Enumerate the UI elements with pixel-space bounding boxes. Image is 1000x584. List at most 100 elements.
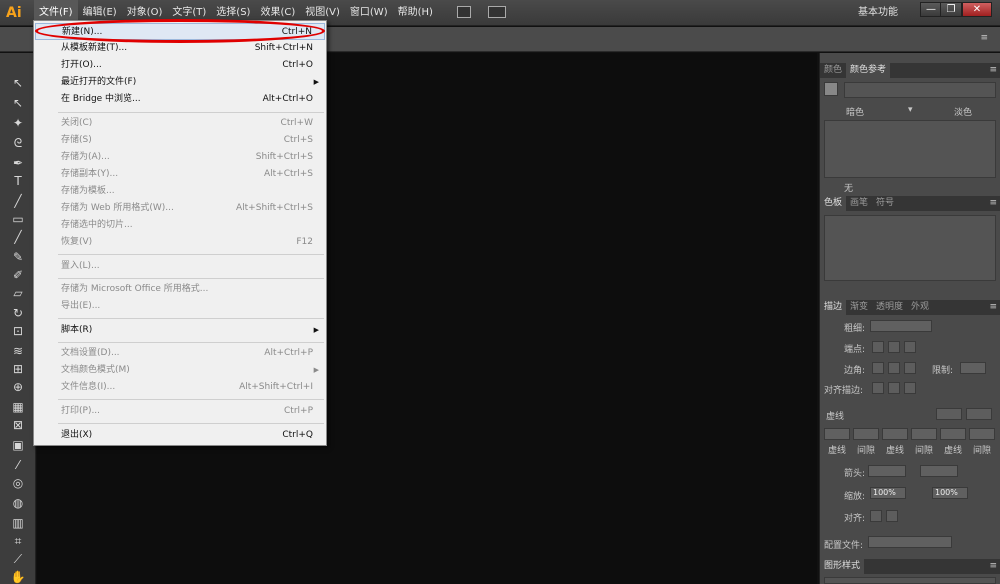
scale-end-field[interactable]: 100% <box>932 487 968 499</box>
arrow-tip-beyond-button[interactable] <box>870 510 882 522</box>
blob-brush-tool-icon[interactable]: ✐ <box>8 267 28 283</box>
gap-field-3[interactable] <box>969 428 995 440</box>
tab-graphic-styles[interactable]: 图形样式 <box>820 559 865 574</box>
tab-color[interactable]: 颜色 <box>820 63 846 78</box>
weight-field[interactable] <box>870 320 932 332</box>
menu-item-print[interactable]: 打印(P)... Ctrl+P <box>35 403 325 420</box>
shape-builder-tool-icon[interactable]: ⊕ <box>8 379 28 395</box>
paintbrush-tool-icon[interactable]: ╱ <box>8 229 28 245</box>
scale-tool-icon[interactable]: ⊡ <box>8 323 28 339</box>
color-variations-grid[interactable] <box>824 120 996 178</box>
menu-item-revert[interactable]: 恢复(V) F12 <box>35 234 325 251</box>
panel-menu-icon[interactable]: ≡ <box>989 63 997 78</box>
direct-selection-tool-icon[interactable]: ↖ <box>8 95 28 111</box>
align-inside-button[interactable] <box>888 382 900 394</box>
bevel-join-button[interactable] <box>904 362 916 374</box>
tab-swatches[interactable]: 色板 <box>820 196 847 211</box>
swatches-grid[interactable] <box>824 215 996 281</box>
menu-help[interactable]: 帮助(H) <box>393 0 438 26</box>
pen-tool-icon[interactable]: ✒ <box>8 155 28 171</box>
panel-menu-icon[interactable]: ≡ <box>989 300 997 315</box>
hand-tool-icon[interactable]: ✋ <box>8 569 28 584</box>
workspace-switcher[interactable]: 基本功能 <box>858 0 898 26</box>
miter-join-button[interactable] <box>872 362 884 374</box>
round-cap-button[interactable] <box>888 341 900 353</box>
align-outside-button[interactable] <box>904 382 916 394</box>
dash-field-2[interactable] <box>882 428 908 440</box>
tab-stroke[interactable]: 描边 <box>820 300 847 315</box>
mesh-tool-icon[interactable]: ⊠ <box>8 417 28 433</box>
chevron-down-icon[interactable]: ▾ <box>908 105 913 115</box>
graphic-styles-grid[interactable] <box>824 577 996 584</box>
profile-select[interactable] <box>868 536 952 548</box>
perspective-grid-tool-icon[interactable]: ▦ <box>8 399 28 415</box>
menu-item-place[interactable]: 置入(L)... <box>35 258 325 275</box>
gap-field-2[interactable] <box>911 428 937 440</box>
tab-appearance[interactable]: 外观 <box>907 300 933 315</box>
butt-cap-button[interactable] <box>872 341 884 353</box>
magic-wand-tool-icon[interactable]: ✦ <box>8 115 28 131</box>
arrow-tip-at-end-button[interactable] <box>886 510 898 522</box>
menu-item-open-recent[interactable]: 最近打开的文件(F) ▶ <box>35 74 325 91</box>
column-graph-tool-icon[interactable]: ▥ <box>8 515 28 531</box>
menu-item-save-for-web[interactable]: 存储为 Web 所用格式(W)... Alt+Shift+Ctrl+S <box>35 200 325 217</box>
free-transform-tool-icon[interactable]: ⊞ <box>8 361 28 377</box>
menu-item-save[interactable]: 存储(S) Ctrl+S <box>35 132 325 149</box>
tab-symbols[interactable]: 符号 <box>872 196 898 211</box>
artboard-tool-icon[interactable]: ⌗ <box>8 533 28 549</box>
menu-window[interactable]: 窗口(W) <box>345 0 393 26</box>
scale-start-field[interactable]: 100% <box>870 487 906 499</box>
menu-item-export[interactable]: 导出(E)... <box>35 298 325 315</box>
tab-brushes[interactable]: 画笔 <box>846 196 872 211</box>
menu-item-save-as[interactable]: 存储为(A)... Shift+Ctrl+S <box>35 149 325 166</box>
selection-tool-icon[interactable]: ↖ <box>8 75 28 91</box>
menu-item-scripts[interactable]: 脚本(R) ▶ <box>35 322 325 339</box>
eyedropper-tool-icon[interactable]: ⁄ <box>8 457 28 473</box>
end-arrow-select[interactable] <box>920 465 958 477</box>
blend-tool-icon[interactable]: ◎ <box>8 475 28 491</box>
bridge-icon[interactable] <box>457 6 471 18</box>
align-center-button[interactable] <box>872 382 884 394</box>
round-join-button[interactable] <box>888 362 900 374</box>
tab-gradient[interactable]: 渐变 <box>846 300 872 315</box>
minimize-button[interactable]: — <box>920 2 942 17</box>
control-bar-menu-icon[interactable]: ≡ <box>980 33 988 43</box>
gradient-tool-icon[interactable]: ▣ <box>8 437 28 453</box>
menu-item-browse-in-bridge[interactable]: 在 Bridge 中浏览... Alt+Ctrl+O <box>35 91 325 108</box>
menu-item-save-as-template[interactable]: 存储为模板... <box>35 183 325 200</box>
menu-item-save-for-office[interactable]: 存储为 Microsoft Office 所用格式... <box>35 281 325 298</box>
menu-item-open[interactable]: 打开(O)... Ctrl+O <box>35 57 325 74</box>
dash-exact-button[interactable] <box>966 408 992 420</box>
type-tool-icon[interactable]: T <box>8 173 28 189</box>
tab-transparency[interactable]: 透明度 <box>872 300 907 315</box>
menu-item-file-info[interactable]: 文件信息(I)... Alt+Shift+Ctrl+I <box>35 379 325 396</box>
eraser-tool-icon[interactable]: ▱ <box>8 285 28 301</box>
color-swatch[interactable] <box>824 82 838 96</box>
arrange-documents-icon[interactable] <box>488 6 506 18</box>
dash-field-3[interactable] <box>940 428 966 440</box>
menu-item-document-setup[interactable]: 文档设置(D)... Alt+Ctrl+P <box>35 345 325 362</box>
dash-field-1[interactable] <box>824 428 850 440</box>
rotate-tool-icon[interactable]: ↻ <box>8 305 28 321</box>
color-harmony-bar[interactable] <box>844 82 996 98</box>
pencil-tool-icon[interactable]: ✎ <box>8 249 28 265</box>
panel-menu-icon[interactable]: ≡ <box>989 559 997 574</box>
tab-color-guide[interactable]: 颜色参考 <box>846 63 891 78</box>
slice-tool-icon[interactable]: ⟋ <box>8 551 28 567</box>
menu-item-close[interactable]: 关闭(C) Ctrl+W <box>35 115 325 132</box>
limit-field[interactable] <box>960 362 986 374</box>
menu-item-save-selected-slices[interactable]: 存储选中的切片... <box>35 217 325 234</box>
projecting-cap-button[interactable] <box>904 341 916 353</box>
menu-item-save-copy[interactable]: 存储副本(Y)... Alt+Ctrl+S <box>35 166 325 183</box>
rectangle-tool-icon[interactable]: ▭ <box>8 211 28 227</box>
menu-item-exit[interactable]: 退出(X) Ctrl+Q <box>35 427 325 444</box>
close-button[interactable]: ✕ <box>962 2 992 17</box>
start-arrow-select[interactable] <box>868 465 906 477</box>
gap-field-1[interactable] <box>853 428 879 440</box>
panel-menu-icon[interactable]: ≡ <box>989 196 997 211</box>
warp-tool-icon[interactable]: ≋ <box>8 343 28 359</box>
menu-item-document-color-mode[interactable]: 文档颜色模式(M) ▶ <box>35 362 325 379</box>
line-tool-icon[interactable]: ╱ <box>8 193 28 209</box>
lasso-tool-icon[interactable]: ᘓ <box>8 135 28 151</box>
restore-button[interactable]: ❐ <box>940 2 962 17</box>
